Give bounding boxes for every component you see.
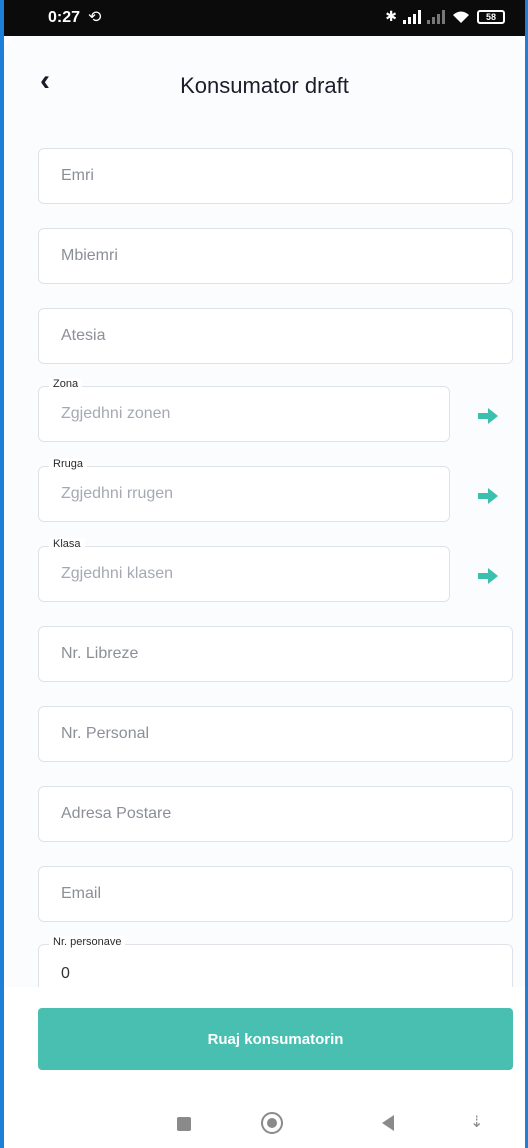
email-placeholder: Email [61,885,102,902]
nr-libreze-field[interactable]: Nr. Libreze [38,626,513,682]
rruga-label: Rruga [49,458,87,470]
email-field[interactable]: Email [38,866,513,922]
signal-icon [403,9,421,24]
back-triangle-icon[interactable] [382,1115,394,1131]
klasa-arrow-right-icon[interactable] [476,566,500,586]
wifi-icon [453,11,469,23]
rruga-select[interactable]: Rruga Zgjedhni rrugen [38,458,450,522]
status-bar: 0:27 ⟲ ✱ 58 [4,0,525,36]
home-icon[interactable] [261,1112,283,1134]
atesia-field[interactable]: Atesia [38,308,513,364]
app-header: ‹ Konsumator draft [4,36,525,128]
keyboard-hide-icon[interactable]: ⇣ [470,1112,483,1132]
nr-personal-field[interactable]: Nr. Personal [38,706,513,762]
page-title: Konsumator draft [180,73,349,98]
zona-label: Zona [49,378,83,390]
rruga-arrow-right-icon[interactable] [476,486,500,506]
klasa-label: Klasa [49,538,85,550]
mbiemri-placeholder: Mbiemri [61,247,118,264]
nr-libreze-placeholder: Nr. Libreze [61,645,139,662]
system-nav-bar: ⇣ [4,1102,525,1144]
rruga-placeholder: Zgjedhni rrugen [61,485,174,502]
phone-screen: 0:27 ⟲ ✱ 58 ‹ Konsumator draft Emri Mbie… [4,0,525,1148]
bluetooth-icon: ✱ [385,8,397,24]
battery-icon: 58 [477,9,505,24]
zona-select[interactable]: Zona Zgjedhni zonen [38,378,450,442]
adresa-postare-placeholder: Adresa Postare [61,805,172,822]
klasa-placeholder: Zgjedhni klasen [61,565,174,582]
mbiemri-field[interactable]: Mbiemri [38,228,513,284]
recents-icon[interactable] [177,1117,191,1131]
atesia-placeholder: Atesia [61,327,106,344]
signal-2-icon [427,9,445,24]
klasa-select[interactable]: Klasa Zgjedhni klasen [38,538,450,602]
emri-field[interactable]: Emri [38,148,513,204]
nr-personave-value: 0 [61,965,70,982]
nr-personal-placeholder: Nr. Personal [61,725,150,742]
status-time: 0:27 [48,9,81,26]
emri-placeholder: Emri [61,167,94,184]
content-sheet: ‹ Konsumator draft Emri Mbiemri Atesia Z… [4,36,525,1148]
zona-placeholder: Zgjedhni zonen [61,405,171,422]
adresa-postare-field[interactable]: Adresa Postare [38,786,513,842]
zona-arrow-right-icon[interactable] [476,406,500,426]
nr-personave-label: Nr. personave [49,936,126,948]
status-icons: ✱ 58 [385,8,505,25]
save-consumer-button[interactable]: Ruaj konsumatorin [38,1008,513,1070]
sync-off-icon: ⟲ [88,9,102,26]
